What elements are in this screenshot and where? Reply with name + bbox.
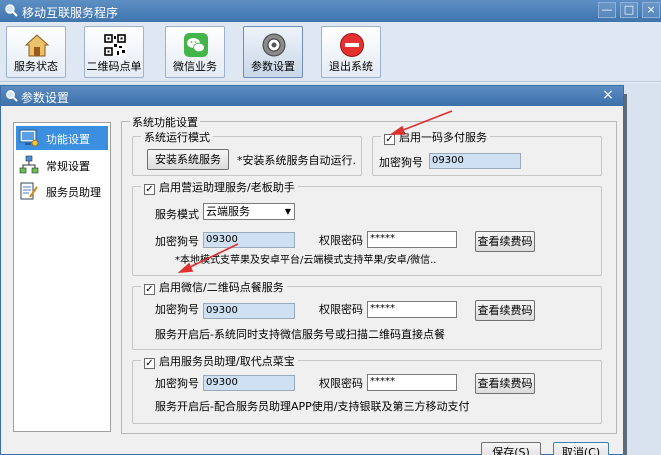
exit-system-button[interactable]: 退出系统 bbox=[321, 26, 381, 78]
minimize-button[interactable]: — bbox=[598, 2, 616, 18]
main-toolbar: 服务状态 二维码点单 微信业务 参数设置 退出系统 bbox=[0, 22, 661, 82]
wechat-business-button[interactable]: 微信业务 bbox=[165, 26, 225, 78]
waiter-assistant-group: ✓ 启用服务员助理/取代点菜宝 加密狗号 09300 权限密码 ***** 查看续… bbox=[132, 353, 602, 424]
wechat-order-title: ✓ 启用微信/二维码点餐服务 bbox=[141, 279, 287, 295]
main-title-bar: 移动互联服务程序 — □ × bbox=[0, 0, 661, 22]
waiter-password-label: 权限密码 bbox=[319, 377, 363, 390]
wechat-dog-label: 加密狗号 bbox=[155, 303, 199, 316]
waiter-dog-field[interactable]: 09300 bbox=[203, 375, 295, 391]
maximize-button[interactable]: □ bbox=[620, 2, 638, 18]
main-window-title: 移动互联服务程序 bbox=[22, 6, 119, 20]
background-window-edge bbox=[624, 94, 661, 455]
boss-assistant-title: ✓ 启用营运助理服务/老板助手 bbox=[141, 179, 298, 195]
install-service-button[interactable]: 安装系统服务 bbox=[147, 149, 229, 170]
nav-label: 服务员助理 bbox=[46, 186, 101, 199]
exit-system-label: 退出系统 bbox=[329, 60, 373, 73]
network-icon bbox=[19, 155, 39, 174]
waiter-password-field[interactable]: ***** bbox=[367, 374, 457, 391]
parameter-settings-button[interactable]: 参数设置 bbox=[243, 26, 303, 78]
waiter-dog-label: 加密狗号 bbox=[155, 377, 199, 390]
dialog-title-bar: 参数设置 × bbox=[1, 86, 623, 106]
run-mode-group: 系统运行模式 安装系统服务 *安装系统服务自动运行. bbox=[132, 129, 362, 176]
qr-order-label: 二维码点单 bbox=[86, 60, 142, 73]
boss-assistant-group: ✓ 启用营运助理服务/老板助手 服务模式 云端服务 ▼ 加密狗号 09300 权限密… bbox=[132, 179, 602, 276]
one-code-dog-field[interactable]: 09300 bbox=[429, 153, 521, 169]
dialog-title: 参数设置 bbox=[21, 91, 70, 105]
nav-item-general-settings[interactable]: 常规设置 bbox=[16, 153, 108, 177]
boss-renew-code-button[interactable]: 查看续费码 bbox=[475, 231, 535, 252]
panel-title: 系统功能设置 bbox=[130, 114, 200, 130]
nav-label: 功能设置 bbox=[46, 133, 90, 146]
system-function-panel: 系统功能设置 系统运行模式 安装系统服务 *安装系统服务自动运行. ✓ 启用一码多… bbox=[121, 114, 617, 434]
qr-code-icon bbox=[104, 34, 126, 56]
house-icon bbox=[24, 34, 50, 57]
parameter-settings-label: 参数设置 bbox=[251, 60, 295, 73]
install-hint: *安装系统服务自动运行. bbox=[237, 154, 356, 167]
service-mode-select[interactable]: 云端服务 ▼ bbox=[203, 203, 295, 220]
wechat-dog-field[interactable]: 09300 bbox=[203, 303, 295, 319]
waiter-renew-code-button[interactable]: 查看续费码 bbox=[475, 373, 535, 394]
cancel-button[interactable]: 取消(C) bbox=[553, 442, 609, 455]
magnifier-app-icon bbox=[6, 90, 18, 102]
run-mode-title: 系统运行模式 bbox=[141, 129, 213, 145]
nav-item-function-settings[interactable]: 功能设置 bbox=[16, 126, 108, 150]
exit-icon bbox=[340, 33, 364, 57]
waiter-assistant-title: ✓ 启用服务员助理/取代点菜宝 bbox=[141, 353, 298, 369]
boss-password-label: 权限密码 bbox=[319, 234, 363, 247]
dialog-close-button[interactable]: × bbox=[597, 88, 619, 104]
settings-nav: 功能设置 常规设置 服务员助理 bbox=[13, 122, 111, 432]
one-code-dog-label: 加密狗号 bbox=[379, 156, 423, 169]
one-code-title: ✓ 启用一码多付服务 bbox=[381, 129, 490, 145]
service-mode-label: 服务模式 bbox=[155, 208, 199, 221]
document-edit-icon bbox=[20, 182, 38, 200]
wechat-renew-code-button[interactable]: 查看续费码 bbox=[475, 300, 535, 321]
nav-label: 常规设置 bbox=[46, 160, 90, 173]
settings-icon bbox=[262, 33, 286, 57]
boss-mode-note: *本地模式支苹果及安卓平台/云端模式支持苹果/安卓/微信.. bbox=[175, 255, 437, 266]
wechat-note: 服务开启后-系统同时支持微信服务号或扫描二维码直接点餐 bbox=[155, 328, 445, 341]
service-status-label: 服务状态 bbox=[14, 60, 58, 73]
boss-assistant-checkbox[interactable]: ✓ bbox=[144, 184, 155, 195]
service-status-button[interactable]: 服务状态 bbox=[6, 26, 66, 78]
boss-dog-label: 加密狗号 bbox=[155, 235, 199, 248]
waiter-assistant-checkbox[interactable]: ✓ bbox=[144, 358, 155, 369]
wechat-password-field[interactable]: ***** bbox=[367, 301, 457, 318]
wechat-order-group: ✓ 启用微信/二维码点餐服务 加密狗号 09300 权限密码 ***** 查看续费… bbox=[132, 279, 602, 350]
wechat-password-label: 权限密码 bbox=[319, 303, 363, 316]
close-main-button[interactable]: × bbox=[642, 2, 660, 18]
wechat-order-checkbox[interactable]: ✓ bbox=[144, 284, 155, 295]
one-code-checkbox[interactable]: ✓ bbox=[384, 134, 395, 145]
wechat-icon bbox=[184, 33, 208, 57]
monitor-settings-icon bbox=[19, 129, 39, 147]
magnifier-app-icon bbox=[5, 4, 18, 17]
boss-password-field[interactable]: ***** bbox=[367, 231, 457, 248]
boss-dog-field[interactable]: 09300 bbox=[203, 232, 295, 248]
parameter-settings-dialog: 参数设置 × 功能设置 常规设置 服务员助理 系统功能设置 系统运行模式 安装系… bbox=[0, 85, 624, 455]
dropdown-arrow-icon: ▼ bbox=[284, 207, 291, 216]
qr-order-button[interactable]: 二维码点单 bbox=[84, 26, 144, 78]
nav-item-waiter-assistant[interactable]: 服务员助理 bbox=[16, 179, 108, 203]
one-code-group: ✓ 启用一码多付服务 加密狗号 09300 bbox=[372, 129, 602, 176]
waiter-note: 服务开启后-配合服务员助理APP使用/支持银联及第三方移动支付 bbox=[155, 400, 470, 413]
wechat-business-label: 微信业务 bbox=[173, 60, 217, 73]
save-button[interactable]: 保存(S) bbox=[481, 442, 541, 455]
